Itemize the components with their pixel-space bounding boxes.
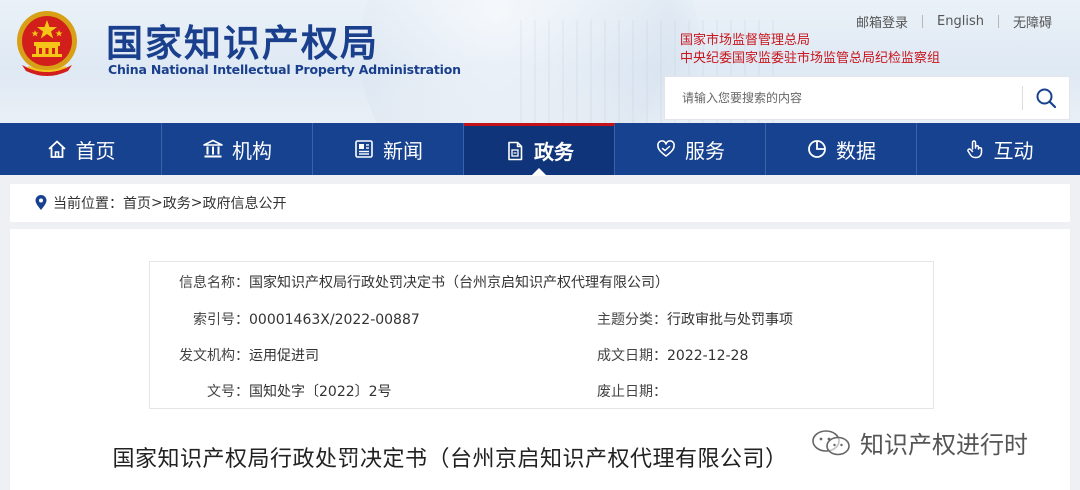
nav-item-interaction[interactable]: 互动: [917, 123, 1080, 175]
location-pin-icon: [35, 195, 47, 210]
breadcrumb: 当前位置： 首页 > 政务 > 政府信息公开: [10, 184, 1070, 222]
date-value: 2022-12-28: [667, 348, 749, 364]
issuer-value: 运用促进司: [249, 348, 319, 364]
info-name-value: 国家知识产权局行政处罚决定书（台州京启知识产权代理有限公司）: [249, 275, 669, 291]
doc-no-label: 文号：: [207, 384, 249, 400]
search-box: [664, 76, 1070, 120]
meta-row-date: 成文日期：2022-12-28: [597, 345, 748, 365]
nav-item-organization[interactable]: 机构: [162, 123, 313, 175]
index-label: 索引号：: [193, 312, 249, 328]
breadcrumb-separator: >: [190, 195, 203, 211]
doc-no-value: 国知处字〔2022〕2号: [249, 384, 392, 400]
date-label: 成文日期：: [597, 348, 667, 364]
nav-item-label: 新闻: [383, 138, 423, 163]
abolish-label: 废止日期：: [597, 384, 667, 400]
breadcrumb-gov-affairs-link[interactable]: 政务: [163, 193, 191, 213]
nav-item-label: 数据: [836, 138, 876, 163]
nav-item-label: 互动: [993, 138, 1034, 163]
document-icon: [508, 141, 523, 160]
discipline-inspection-link[interactable]: 中央纪委国家监委驻市场监管总局纪检监察组: [680, 50, 940, 68]
nav-item-home[interactable]: 首页: [0, 123, 162, 175]
site-title-chinese[interactable]: 国家知识产权局: [106, 13, 379, 67]
english-link[interactable]: English: [923, 14, 998, 29]
document-title: 国家知识产权局行政处罚决定书（台州京启知识产权代理有限公司）: [112, 447, 788, 472]
topic-label: 主题分类：: [597, 312, 667, 328]
breadcrumb-separator: >: [151, 195, 163, 211]
search-icon: [1036, 88, 1057, 109]
nav-item-label: 首页: [75, 138, 116, 163]
top-utility-links: 邮箱登录 English 无障碍: [842, 12, 1066, 31]
meta-row-info-name: 信息名称：国家知识产权局行政处罚决定书（台州京启知识产权代理有限公司）: [179, 272, 669, 292]
national-emblem-icon[interactable]: [14, 9, 80, 79]
samr-link[interactable]: 国家市场监督管理总局: [680, 32, 940, 50]
hand-pointer-icon: [966, 140, 982, 159]
main-navigation: 首页 机构 新闻 政务 服务 数据 互动: [0, 123, 1080, 176]
breadcrumb-prefix: 当前位置：: [53, 196, 123, 212]
breadcrumb-home-link[interactable]: 首页: [123, 193, 151, 213]
nav-item-label: 机构: [232, 138, 272, 163]
building-icon: [203, 139, 223, 158]
home-icon: [47, 140, 66, 158]
wechat-logo-icon: [812, 429, 850, 455]
info-name-label: 信息名称：: [179, 275, 249, 291]
site-header: 国家知识产权局 China National Intellectual Prop…: [0, 0, 1080, 123]
nav-item-data[interactable]: 数据: [766, 123, 917, 175]
site-title-english[interactable]: China National Intellectual Property Adm…: [108, 62, 461, 77]
search-button[interactable]: [1023, 77, 1069, 119]
nav-item-label: 服务: [685, 138, 725, 163]
meta-row-issuer: 发文机构：运用促进司: [179, 345, 319, 365]
mail-login-link[interactable]: 邮箱登录: [842, 12, 922, 31]
search-input[interactable]: [665, 77, 1022, 119]
document-metadata-table: 信息名称：国家知识产权局行政处罚决定书（台州京启知识产权代理有限公司） 索引号：…: [149, 261, 934, 409]
nav-item-label: 政务: [534, 140, 574, 164]
breadcrumb-info-disclosure-link[interactable]: 政府信息公开: [202, 193, 286, 213]
issuer-label: 发文机构：: [179, 348, 249, 364]
meta-row-abolish: 废止日期：: [597, 381, 667, 401]
nav-item-news[interactable]: 新闻: [313, 123, 464, 175]
meta-row-index: 索引号：00001463X/2022-00887: [193, 309, 420, 329]
parent-org-links: 国家市场监督管理总局 中央纪委国家监委驻市场监管总局纪检监察组: [680, 32, 940, 68]
watermark-text: 知识产权进行时: [860, 431, 1028, 459]
nav-item-government-affairs[interactable]: 政务: [464, 123, 615, 176]
meta-row-topic: 主题分类：行政审批与处罚事项: [597, 309, 793, 329]
heart-hand-icon: [657, 140, 675, 157]
meta-row-doc-no: 文号：国知处字〔2022〕2号: [207, 381, 392, 401]
pie-chart-icon: [808, 140, 826, 158]
accessibility-link[interactable]: 无障碍: [999, 12, 1066, 31]
nav-item-services[interactable]: 服务: [615, 123, 766, 175]
index-value: 00001463X/2022-00887: [249, 312, 420, 328]
newspaper-icon: [355, 140, 373, 158]
wechat-watermark: 知识产权进行时: [810, 425, 1028, 460]
topic-value: 行政审批与处罚事项: [667, 312, 793, 328]
